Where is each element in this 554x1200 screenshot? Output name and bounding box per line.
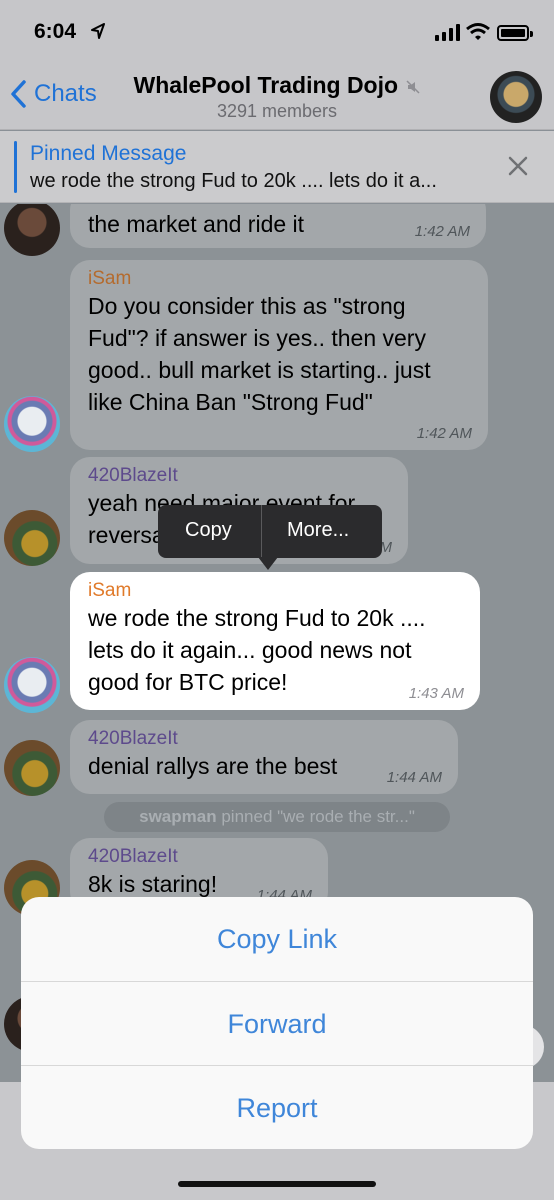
message-line: good for BTC price! <box>88 669 288 695</box>
selected-message-bubble[interactable]: iSam we rode the strong Fud to 20k .... … <box>70 572 480 710</box>
message-bubble[interactable]: iSam Do you consider this as "strong Fud… <box>70 260 488 450</box>
message-line: Do you consider this as "strong <box>88 293 406 319</box>
pinned-message-bar[interactable]: Pinned Message we rode the strong Fud to… <box>0 131 554 203</box>
chat-title[interactable]: WhalePool Trading Dojo <box>0 72 554 99</box>
message-line: Fud"? if answer is yes.. then very <box>88 325 426 351</box>
wifi-icon <box>466 23 490 40</box>
sender-name: 420BlazeIt <box>88 846 178 867</box>
sender-name: 420BlazeIt <box>88 728 178 749</box>
message-line: good.. bull market is starting.. just <box>88 357 431 383</box>
context-menu-pointer <box>258 557 278 570</box>
group-avatar[interactable] <box>490 71 542 123</box>
cellular-signal-icon <box>435 24 460 41</box>
menu-divider <box>261 505 262 558</box>
avatar[interactable] <box>4 396 60 452</box>
sender-name: iSam <box>88 580 132 601</box>
pinned-accent-bar <box>14 141 17 193</box>
message-time: 1:42 AM <box>416 425 472 442</box>
message-line: we rode the strong Fud to 20k .... <box>88 605 426 631</box>
copy-link-button[interactable]: Copy Link <box>21 897 533 981</box>
message-time: 1:42 AM <box>414 223 470 240</box>
home-indicator[interactable] <box>178 1181 376 1187</box>
message-bubble[interactable]: 420BlazeIt denial rallys are the best 1:… <box>70 720 458 794</box>
message-context-menu: Copy More... <box>158 505 382 558</box>
forward-button[interactable]: Forward <box>21 982 533 1066</box>
message-text: the market and ride it <box>88 211 305 237</box>
avatar[interactable] <box>4 740 60 796</box>
status-bar: 6:04 <box>0 0 554 64</box>
avatar[interactable] <box>4 510 60 566</box>
service-actor: swapman <box>139 807 217 826</box>
battery-icon <box>497 25 533 41</box>
sender-name: 420BlazeIt <box>88 465 178 486</box>
message-line: like China Ban "Strong Fud" <box>88 389 373 415</box>
copy-menu-item[interactable]: Copy <box>185 519 232 542</box>
avatar[interactable] <box>4 657 60 713</box>
nav-bar: Chats WhalePool Trading Dojo 3291 member… <box>0 64 554 130</box>
chat-title-text: WhalePool Trading Dojo <box>133 72 399 98</box>
service-message: swapman pinned "we rode the str..." <box>104 802 450 832</box>
pinned-title: Pinned Message <box>30 142 187 165</box>
avatar[interactable] <box>4 204 60 256</box>
status-time: 6:04 <box>34 20 77 43</box>
message-time: 1:43 AM <box>408 685 464 702</box>
close-icon[interactable] <box>506 154 530 178</box>
member-count: 3291 members <box>216 101 338 121</box>
action-sheet: Copy Link Forward Report <box>21 897 533 1149</box>
message-time: 1:44 AM <box>386 769 442 786</box>
location-arrow-icon <box>91 23 105 39</box>
report-button[interactable]: Report <box>21 1066 533 1149</box>
sender-name: iSam <box>88 268 132 289</box>
more-menu-item[interactable]: More... <box>287 519 349 542</box>
pinned-text: we rode the strong Fud to 20k .... lets … <box>30 170 437 192</box>
mute-icon <box>406 80 420 94</box>
message-line: lets do it again... good news not <box>88 637 412 663</box>
message-bubble[interactable]: the market and ride it 1:42 AM <box>70 204 486 248</box>
service-text: pinned "we rode the str..." <box>221 807 415 826</box>
